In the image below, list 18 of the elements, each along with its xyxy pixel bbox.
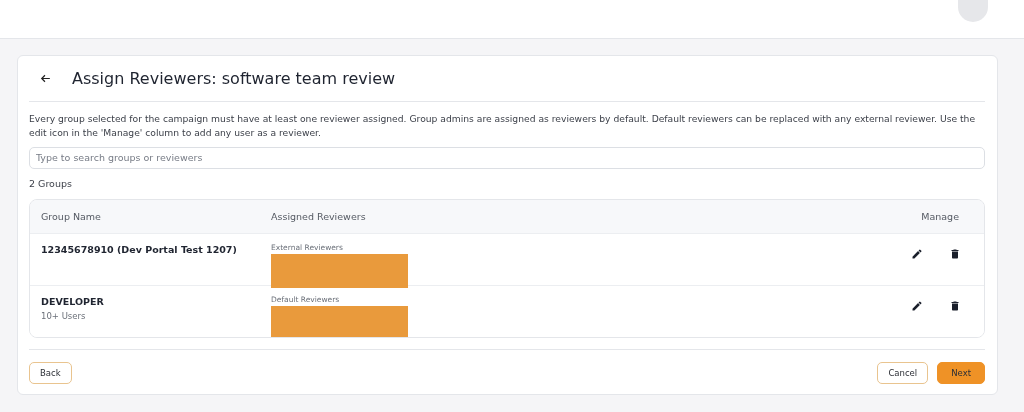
delete-icon[interactable] (949, 247, 961, 260)
description: Every group selected for the campaign must have at least one reviewer assigned. Group admins are assigned as reviewers by default. Default reviewers can be replaced with any external reviewer. Use the edit icon in the 'Manage' column to add any user as a reviewer. (29, 112, 977, 140)
group-count: 2 Groups (29, 177, 73, 189)
back-button[interactable]: Back (29, 361, 72, 384)
column-header: Group Name (40, 210, 101, 222)
edit-icon[interactable] (911, 299, 923, 312)
column-header: Assigned Reviewers (270, 210, 366, 222)
edit-icon[interactable] (911, 247, 923, 260)
search-field[interactable]: Type to search groups or reviewers (29, 146, 985, 169)
user-count: 10+ Users (41, 310, 87, 321)
group-name: 12345678910 (Dev Portal Test 1207) (41, 243, 238, 255)
delete-icon[interactable] (949, 299, 961, 312)
page-title: Assign Reviewers: software team review (72, 69, 396, 88)
cancel-button[interactable]: Cancel (877, 361, 929, 384)
column-header: Manage (920, 210, 960, 222)
back-arrow-icon[interactable] (39, 72, 52, 85)
group-name: DEVELOPER (41, 295, 105, 307)
next-button[interactable]: Next (937, 361, 985, 384)
